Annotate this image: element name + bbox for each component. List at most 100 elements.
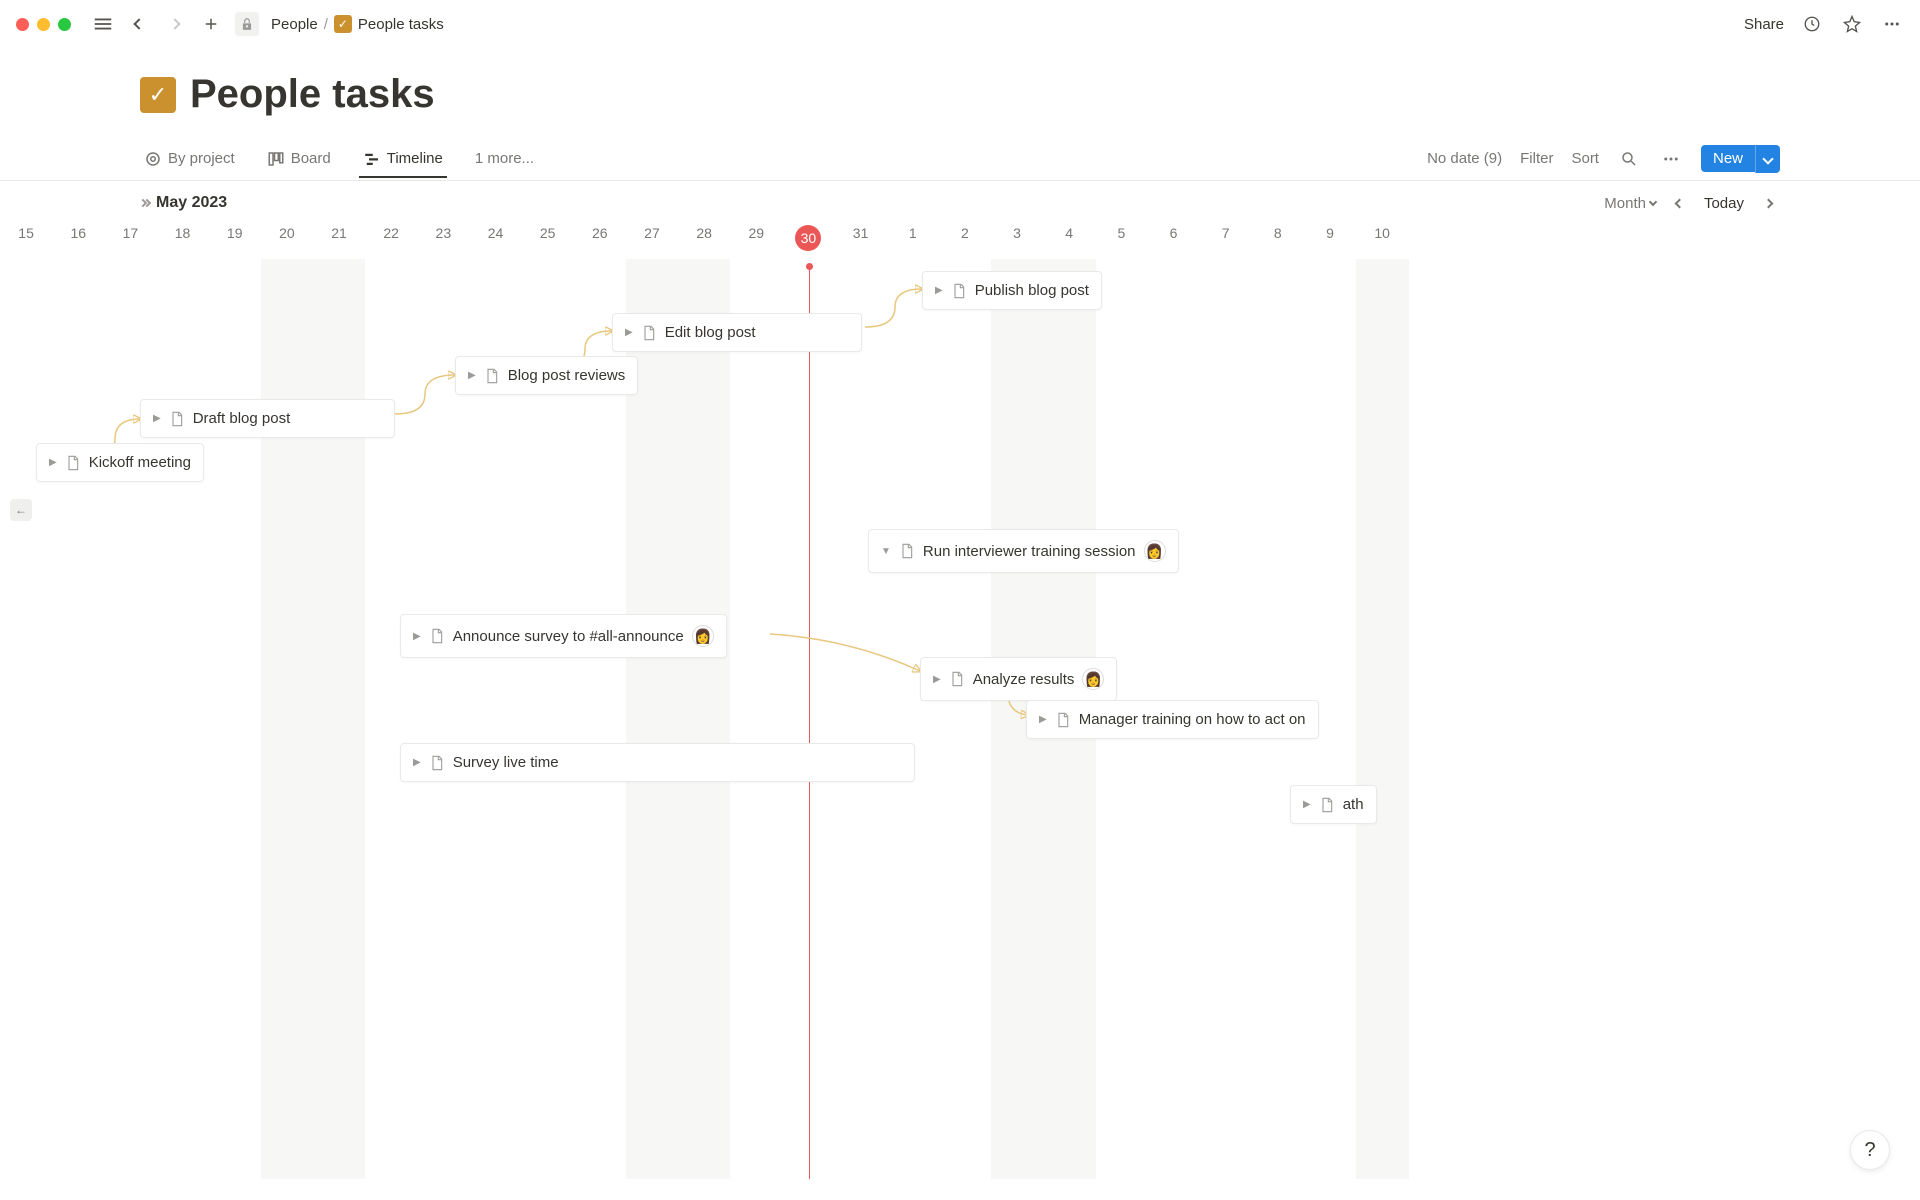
date-cell: 21: [313, 225, 365, 251]
breadcrumb-separator: /: [324, 16, 328, 33]
date-cell: 28: [678, 225, 730, 251]
view-tab-label: Timeline: [387, 150, 443, 167]
sidebar-toggle-icon[interactable]: [91, 12, 115, 36]
view-tab-by-project[interactable]: By project: [140, 142, 239, 178]
back-button[interactable]: [127, 12, 151, 36]
task-card-draft[interactable]: ▶ Draft blog post: [140, 399, 395, 438]
month-label: May 2023: [140, 194, 227, 212]
assignee-avatar[interactable]: [1144, 540, 1166, 562]
expand-toggle-icon[interactable]: ▶: [935, 285, 943, 296]
date-cell: 31: [835, 225, 887, 251]
close-window-button[interactable]: [16, 18, 29, 31]
page-icon: [899, 543, 915, 559]
task-card-interviewer[interactable]: ▼ Run interviewer training session: [868, 529, 1179, 573]
expand-toggle-icon[interactable]: ▶: [625, 327, 633, 338]
expand-toggle-icon[interactable]: ▼: [881, 546, 891, 557]
task-card-publish[interactable]: ▶ Publish blog post: [922, 271, 1102, 310]
view-options-icon[interactable]: [1659, 147, 1683, 171]
minimize-window-button[interactable]: [37, 18, 50, 31]
search-icon[interactable]: [1617, 147, 1641, 171]
grid-column: [522, 259, 574, 1179]
task-card-kickoff[interactable]: ▶ Kickoff meeting: [36, 443, 204, 482]
scale-select[interactable]: Month: [1604, 195, 1656, 212]
expand-toggle-icon[interactable]: ▶: [49, 457, 57, 468]
expand-toggle-icon[interactable]: ▶: [1039, 714, 1047, 725]
task-card-reviews[interactable]: ▶ Blog post reviews: [455, 356, 638, 395]
task-label: Manager training on how to act on: [1079, 711, 1306, 728]
new-button-main[interactable]: New: [1701, 145, 1755, 172]
view-tab-label: Board: [291, 150, 331, 167]
chevron-double-icon[interactable]: [140, 200, 150, 206]
date-cell: 5: [1095, 225, 1147, 251]
share-button[interactable]: Share: [1744, 16, 1784, 33]
new-page-button[interactable]: [199, 12, 223, 36]
task-card-survey[interactable]: ▶ Survey live time: [400, 743, 915, 782]
page-title[interactable]: People tasks: [190, 72, 435, 117]
help-button[interactable]: ?: [1850, 1130, 1890, 1170]
collapse-handle[interactable]: ←: [10, 499, 32, 521]
favorite-icon[interactable]: [1840, 12, 1864, 36]
task-label: Survey live time: [453, 754, 559, 771]
filter-button[interactable]: Filter: [1520, 150, 1553, 167]
date-cell: 8: [1252, 225, 1304, 251]
task-card-manager[interactable]: ▶ Manager training on how to act on: [1026, 700, 1319, 739]
maximize-window-button[interactable]: [58, 18, 71, 31]
expand-toggle-icon[interactable]: ▶: [1303, 799, 1311, 810]
task-label: Edit blog post: [665, 324, 756, 341]
view-tab-timeline[interactable]: Timeline: [359, 142, 447, 178]
date-cell: 7: [1200, 225, 1252, 251]
view-tab-more[interactable]: 1 more...: [471, 142, 538, 177]
today-button[interactable]: Today: [1704, 195, 1744, 212]
expand-toggle-icon[interactable]: ▶: [933, 674, 941, 685]
date-cell: 22: [365, 225, 417, 251]
date-cell: 19: [209, 225, 261, 251]
assignee-avatar[interactable]: [692, 625, 714, 647]
new-button-dropdown[interactable]: [1755, 145, 1780, 173]
date-cell: 29: [730, 225, 782, 251]
assignee-avatar[interactable]: [1082, 668, 1104, 690]
task-card-ath[interactable]: ▶ ath: [1290, 785, 1377, 824]
forward-button[interactable]: [163, 12, 187, 36]
no-date-button[interactable]: No date (9): [1427, 150, 1502, 167]
task-label: Kickoff meeting: [89, 454, 191, 471]
task-card-announce[interactable]: ▶ Announce survey to #all-announce: [400, 614, 727, 658]
view-tab-label: By project: [168, 150, 235, 167]
task-label: Publish blog post: [975, 282, 1089, 299]
grid-column: [574, 259, 626, 1179]
page-icon: [429, 628, 445, 644]
grid-column: [0, 259, 52, 1179]
expand-toggle-icon[interactable]: ▶: [413, 631, 421, 642]
next-period-button[interactable]: [1756, 191, 1780, 215]
prev-period-button[interactable]: [1668, 191, 1692, 215]
more-icon[interactable]: [1880, 12, 1904, 36]
titlebar: People / ✓ People tasks Share: [0, 0, 1920, 48]
grid-column: [157, 259, 209, 1179]
task-label: Blog post reviews: [508, 367, 626, 384]
task-label: Run interviewer training session: [923, 543, 1136, 560]
breadcrumb-current[interactable]: ✓ People tasks: [334, 15, 444, 33]
grid-column: [939, 259, 991, 1179]
task-card-analyze[interactable]: ▶ Analyze results: [920, 657, 1117, 701]
view-tab-board[interactable]: Board: [263, 142, 335, 178]
date-cell: 6: [1147, 225, 1199, 251]
date-cell: 16: [52, 225, 104, 251]
task-label: ath: [1343, 796, 1364, 813]
expand-toggle-icon[interactable]: ▶: [153, 413, 161, 424]
updates-icon[interactable]: [1800, 12, 1824, 36]
date-cell: 3: [991, 225, 1043, 251]
date-cell: 17: [104, 225, 156, 251]
expand-toggle-icon[interactable]: ▶: [413, 757, 421, 768]
page-icon[interactable]: ✓: [140, 77, 176, 113]
breadcrumb-parent[interactable]: People: [271, 16, 318, 33]
date-cell: 2: [939, 225, 991, 251]
sort-button[interactable]: Sort: [1571, 150, 1599, 167]
view-tabs: By project Board Timeline 1 more... No d…: [0, 137, 1920, 181]
today-line: [809, 267, 810, 1179]
expand-toggle-icon[interactable]: ▶: [468, 370, 476, 381]
check-icon: ✓: [334, 15, 352, 33]
grid-column: [730, 259, 782, 1179]
month-label-text: May 2023: [156, 194, 227, 212]
timeline-body[interactable]: ← ▶ Kickoff meeting ▶ Draft blog post ▶ …: [0, 259, 1920, 1179]
task-card-edit[interactable]: ▶ Edit blog post: [612, 313, 862, 352]
grid-column: [835, 259, 887, 1179]
